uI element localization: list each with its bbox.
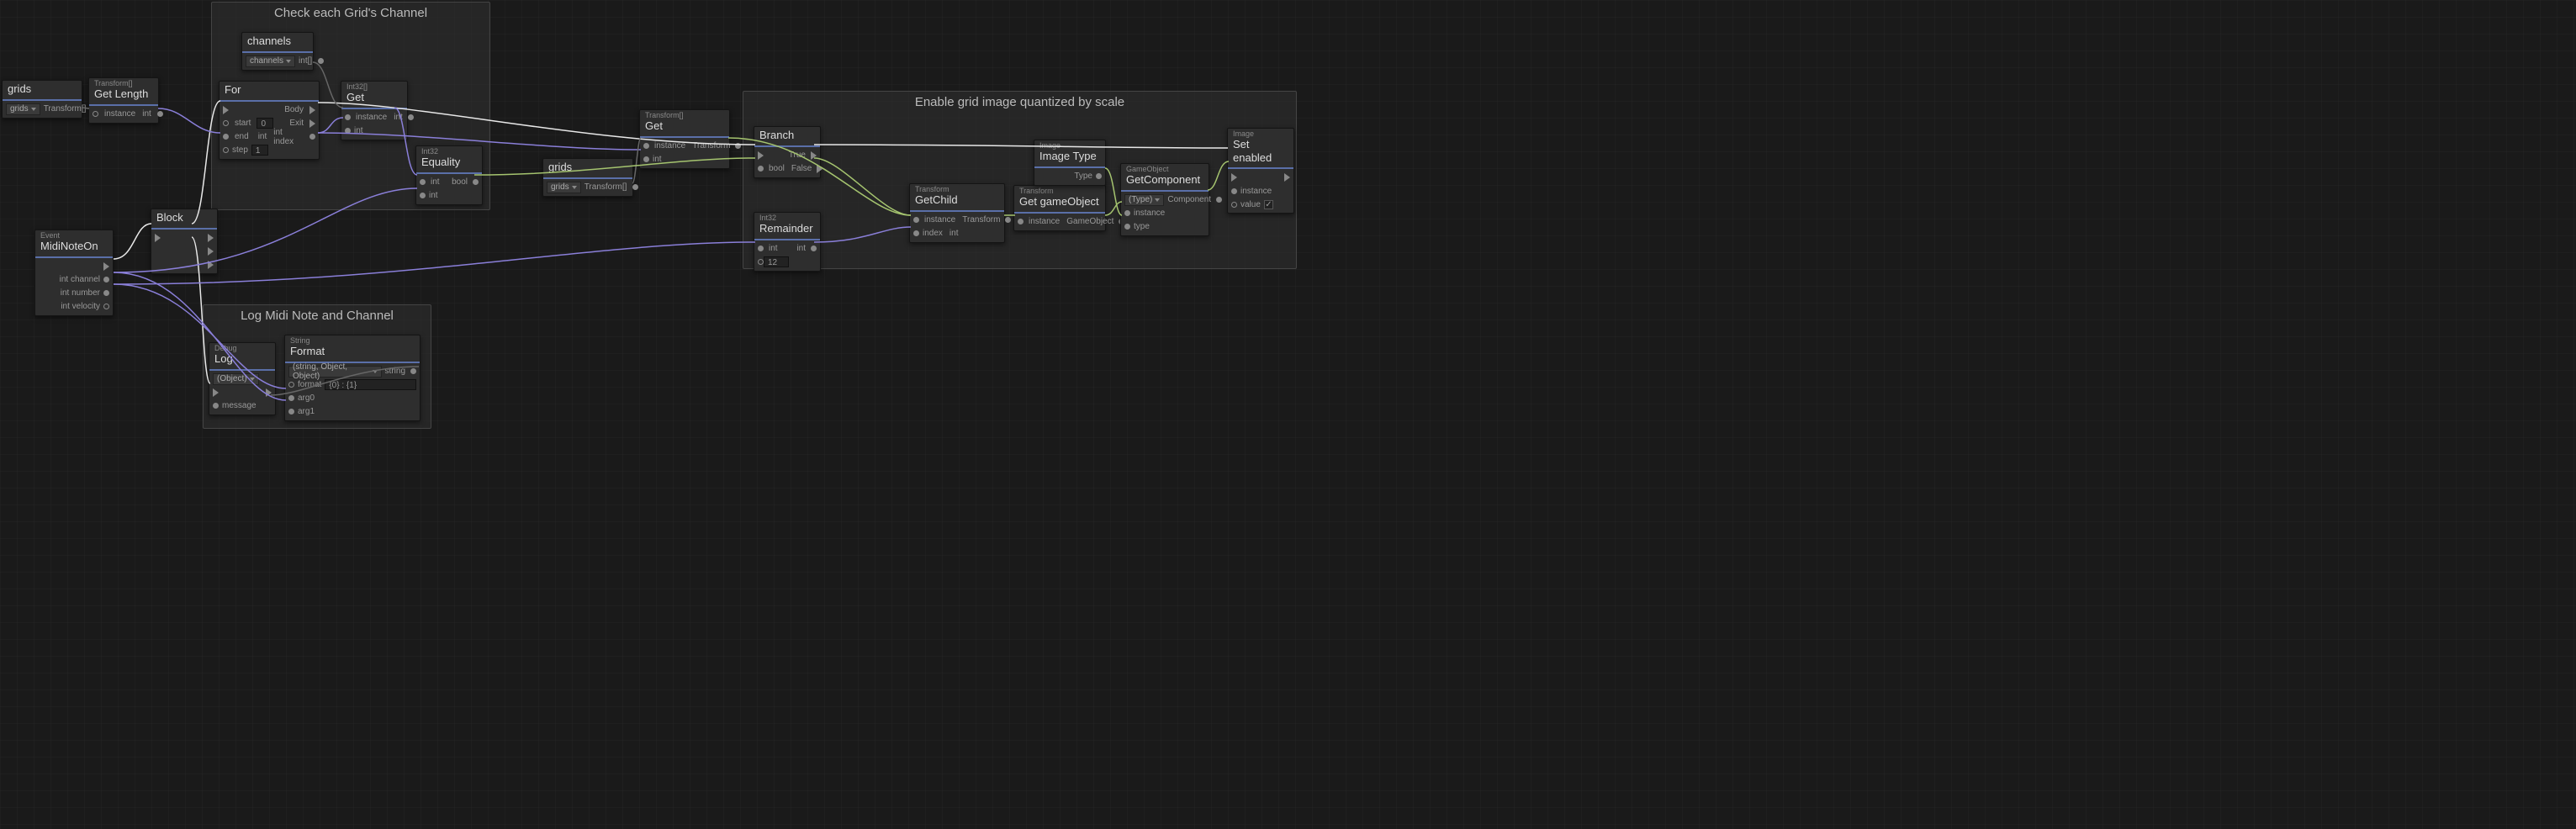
exec-in[interactable] xyxy=(1231,173,1237,182)
port-message[interactable] xyxy=(213,403,219,409)
node-get-gameobject[interactable]: Transform Get gameObject instanceGameObj… xyxy=(1013,185,1106,231)
port-instance[interactable] xyxy=(913,217,919,223)
group-title: Log Midi Note and Channel xyxy=(204,305,431,325)
port-in1[interactable] xyxy=(643,143,649,149)
port-arg1[interactable] xyxy=(288,409,294,414)
port-out[interactable] xyxy=(318,58,324,64)
node-channels-variable[interactable]: channels channels int[] xyxy=(241,32,314,71)
port-out[interactable] xyxy=(632,184,638,190)
exec-in[interactable] xyxy=(213,388,219,397)
node-get-component[interactable]: GameObject GetComponent (Type)Component … xyxy=(1120,163,1209,236)
port-out[interactable] xyxy=(735,143,741,149)
port-out[interactable] xyxy=(811,246,817,251)
dropdown-grids[interactable]: grids xyxy=(6,103,40,115)
dropdown-grids[interactable]: grids xyxy=(547,182,581,193)
port-format[interactable] xyxy=(288,382,294,388)
node-for[interactable]: For Body start0 Exit endint int index st… xyxy=(219,81,320,160)
port-number[interactable] xyxy=(103,290,109,296)
port-out[interactable] xyxy=(1005,217,1011,223)
exec-out1[interactable] xyxy=(208,234,214,242)
node-block[interactable]: Block xyxy=(151,209,218,274)
exec-exit[interactable] xyxy=(309,119,315,128)
port-out[interactable] xyxy=(157,111,163,117)
port-start[interactable] xyxy=(223,120,229,126)
checkbox-value[interactable]: ✓ xyxy=(1264,200,1273,209)
exec-out2[interactable] xyxy=(208,247,214,256)
port-step[interactable] xyxy=(223,147,229,153)
port-in2[interactable] xyxy=(643,156,649,162)
node-branch[interactable]: Branch True boolFalse xyxy=(754,126,821,178)
exec-out[interactable] xyxy=(266,388,272,397)
port-out[interactable] xyxy=(473,179,479,185)
port-velocity[interactable] xyxy=(103,304,109,309)
port-in1[interactable] xyxy=(758,246,764,251)
node-midi-note-on[interactable]: Event MidiNoteOn int channel int number … xyxy=(34,230,114,316)
exec-true[interactable] xyxy=(811,151,817,160)
port-instance[interactable] xyxy=(1124,210,1130,216)
port-in[interactable] xyxy=(93,111,98,117)
node-grids-variable[interactable]: grids grids Transform[] xyxy=(2,80,82,119)
port-out[interactable] xyxy=(1096,173,1102,179)
exec-in[interactable] xyxy=(155,234,161,242)
port-out[interactable] xyxy=(410,368,416,374)
node-get-int[interactable]: Int32[] Get instance int int xyxy=(341,81,408,140)
port-index[interactable] xyxy=(913,230,919,236)
port-index[interactable] xyxy=(309,134,315,140)
port-channel[interactable] xyxy=(103,277,109,282)
group-title: Check each Grid's Channel xyxy=(212,3,489,22)
dropdown-overload[interactable]: (string, Object, Object) xyxy=(288,366,382,378)
node-remainder[interactable]: Int32 Remainder intint 12 xyxy=(754,212,821,272)
exec-body[interactable] xyxy=(309,106,315,114)
node-grids-variable-2[interactable]: grids grids Transform[] xyxy=(542,158,633,197)
node-format[interactable]: String Format (string, Object, Object) s… xyxy=(284,335,421,421)
port-in2[interactable] xyxy=(345,128,351,134)
exec-out3[interactable] xyxy=(208,261,214,269)
port-in2[interactable] xyxy=(758,259,764,265)
exec-out[interactable] xyxy=(103,262,109,271)
exec-out[interactable] xyxy=(1284,173,1290,182)
group-enable: Enable grid image quantized by scale xyxy=(743,91,1297,269)
port-instance[interactable] xyxy=(1018,219,1024,224)
node-log[interactable]: Debug Log (Object) message xyxy=(209,342,276,415)
exec-false[interactable] xyxy=(817,165,823,173)
node-title: grids xyxy=(8,82,77,96)
port-in1[interactable] xyxy=(420,179,426,185)
port-instance[interactable] xyxy=(1231,188,1237,194)
exec-in[interactable] xyxy=(223,106,229,114)
input-format[interactable]: {0} : {1} xyxy=(325,379,416,390)
port-end[interactable] xyxy=(223,134,229,140)
port-in2[interactable] xyxy=(420,193,426,198)
node-equality[interactable]: Int32 Equality int bool int xyxy=(415,145,483,205)
port-type[interactable] xyxy=(1124,224,1130,230)
node-get-child[interactable]: Transform GetChild instanceTransform ind… xyxy=(909,183,1005,243)
input-step[interactable]: 1 xyxy=(251,145,268,156)
port-bool[interactable] xyxy=(758,166,764,172)
dropdown-object[interactable]: (Object) xyxy=(213,373,259,385)
dropdown-channels[interactable]: channels xyxy=(246,55,295,67)
port-out[interactable] xyxy=(408,114,414,120)
node-set-enabled[interactable]: Image Set enabled instance value✓ xyxy=(1227,128,1294,214)
port-arg0[interactable] xyxy=(288,395,294,401)
exec-in[interactable] xyxy=(758,151,764,160)
input-divisor[interactable]: 12 xyxy=(764,256,789,267)
port-value[interactable] xyxy=(1231,202,1237,208)
node-get-length[interactable]: Transform[] Get Length instance int xyxy=(88,77,159,124)
port-out[interactable] xyxy=(1216,197,1222,203)
port-in[interactable] xyxy=(345,114,351,120)
node-image-type[interactable]: Image Image Type Type xyxy=(1034,140,1106,186)
group-title: Enable grid image quantized by scale xyxy=(743,92,1296,111)
dropdown-type[interactable]: (Type) xyxy=(1124,194,1164,206)
node-get-transform[interactable]: Transform[] Get instance Transform int xyxy=(639,109,730,169)
